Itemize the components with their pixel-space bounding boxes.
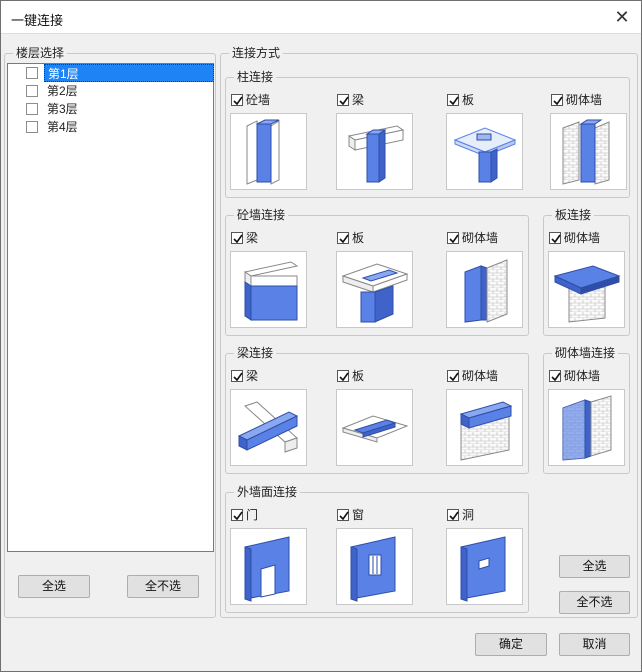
floor-label: 第1层 [44,64,214,82]
masonry-wall-connection-label: 砌体墙连接 [552,346,619,360]
cancel-button[interactable]: 取消 [559,633,630,656]
column-masonry-wall-icon [550,113,627,190]
beam-beam-icon [230,389,307,466]
slab-masonry-icon [548,251,625,328]
floor-checkbox[interactable] [26,67,38,79]
opening-icon [446,528,523,605]
floor-label: 第3层 [47,102,78,116]
title-bar: 一键连接 ✕ [1,1,641,34]
floor-checkbox[interactable] [26,85,38,97]
floor-label: 第2层 [47,84,78,98]
wall-masonry-icon [446,251,523,328]
column-slab-icon [446,113,523,190]
floor-item[interactable]: 第3层 [8,100,213,118]
masonry-masonry-icon [548,389,625,466]
connect-select-none-button[interactable]: 全不选 [559,591,630,614]
column-beam-icon [336,113,413,190]
floor-item[interactable]: 第1层 [8,64,214,82]
beam-masonry-icon [446,389,523,466]
wall-slab-icon [336,251,413,328]
exterior-wall-connection-label: 外墙面连接 [234,485,301,499]
column-concrete-wall-icon [230,113,307,190]
wall-beam-icon [230,251,307,328]
floor-checkbox[interactable] [26,103,38,115]
door-icon [230,528,307,605]
floor-select-all-button[interactable]: 全选 [18,575,90,598]
floor-list[interactable]: 第1层 第2层 第3层 第4层 [7,63,214,552]
beam-connection-label: 梁连接 [234,346,277,360]
connect-select-all-button[interactable]: 全选 [559,555,630,578]
dialog-window: 一键连接 ✕ 楼层选择 第1层 第2层 第3层 第4层 全选 全不选 连接方式 … [0,0,642,672]
column-connection-label: 柱连接 [234,70,277,84]
beam-slab-icon [336,389,413,466]
concrete-wall-connection-label: 砼墙连接 [234,208,289,222]
close-icon[interactable]: ✕ [611,6,633,28]
dialog-title: 一键连接 [11,13,64,28]
floor-item[interactable]: 第4层 [8,118,213,136]
slab-connection-label: 板连接 [552,208,595,222]
ok-button[interactable]: 确定 [475,633,547,656]
floor-selection-label: 楼层选择 [13,46,68,60]
floor-select-none-button[interactable]: 全不选 [127,575,199,598]
window-icon [336,528,413,605]
floor-checkbox[interactable] [26,121,38,133]
floor-label: 第4层 [47,120,78,134]
floor-item[interactable]: 第2层 [8,82,213,100]
connection-method-label: 连接方式 [229,46,284,60]
